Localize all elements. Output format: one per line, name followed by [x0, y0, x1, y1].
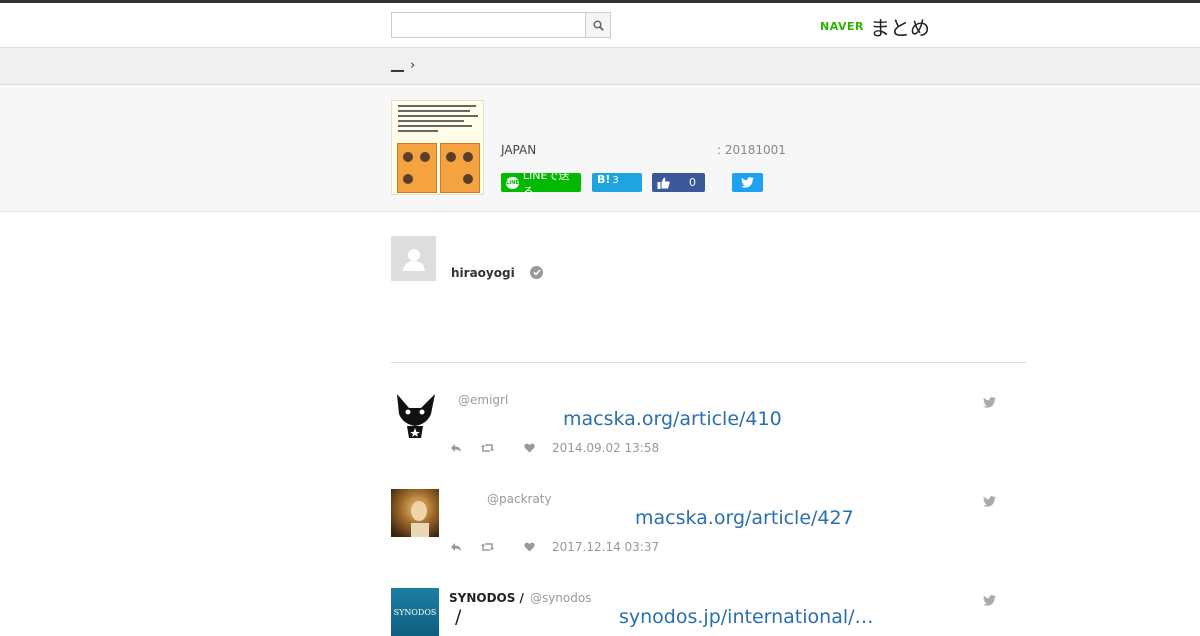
verified-check-icon — [530, 266, 543, 279]
synodos-logo-icon: SYNODOS — [391, 588, 439, 636]
search-icon — [592, 19, 604, 31]
author-block — [391, 236, 436, 281]
breadcrumb-bar: __ › — [0, 48, 1200, 85]
line-share-button[interactable]: LINE LINEで送る — [501, 169, 581, 198]
logo-name: まとめ — [869, 16, 930, 40]
summary-date: : 20181001 — [717, 143, 786, 157]
breadcrumb-item[interactable]: __ — [391, 58, 404, 73]
retweet-icon[interactable] — [480, 442, 494, 454]
line-icon: LINE — [506, 176, 519, 189]
tweet-link[interactable]: macska.org/article/410 — [563, 408, 782, 430]
tweet-actions: 2017.12.14 03:37 — [449, 540, 659, 554]
author-avatar[interactable] — [391, 236, 436, 281]
site-header: NAVER まとめ — [0, 3, 1200, 48]
author-name[interactable]: hiraoyogi — [451, 266, 515, 280]
thumbnail-text-lines — [398, 105, 478, 135]
tweet-handle[interactable]: @emigrl — [458, 393, 508, 407]
tweet-timestamp[interactable]: 2014.09.02 13:58 — [552, 441, 659, 455]
breadcrumb: __ › — [391, 58, 415, 73]
tweet-actions: 2014.09.02 13:58 — [449, 441, 659, 455]
facebook-like-count: 0 — [689, 176, 696, 189]
tweet-handle[interactable]: @synodos — [530, 591, 592, 605]
tweet-header: @packraty — [481, 492, 552, 506]
photo-avatar-icon — [391, 489, 439, 537]
summary-organization: JAPAN — [501, 143, 537, 157]
thumbs-up-icon — [657, 177, 670, 189]
tweet-header: @emigrl — [452, 393, 508, 407]
like-heart-icon[interactable] — [522, 442, 536, 454]
summary-info-bar: JAPAN : 20181001 LINE LINEで送る B! 3 0 — [0, 85, 1200, 212]
thumbnail-flyer-left — [397, 143, 437, 193]
hatena-bookmark-button[interactable]: B! 3 — [592, 173, 642, 192]
hatena-icon: B! — [597, 173, 611, 186]
tweet-avatar[interactable]: SYNODOS — [391, 588, 439, 636]
tweet-card: @packraty macska.org/article/427 2017.12… — [391, 489, 1026, 569]
like-heart-icon[interactable] — [522, 541, 536, 553]
default-user-icon — [402, 248, 425, 271]
content-divider — [391, 362, 1026, 363]
facebook-like-button[interactable]: 0 — [652, 173, 705, 192]
reply-icon[interactable] — [449, 541, 463, 553]
search-input[interactable] — [391, 12, 586, 38]
tweet-display-name[interactable]: SYNODOS / — [449, 591, 524, 605]
twitter-bird-icon[interactable] — [983, 393, 996, 412]
logo-brand: NAVER — [820, 20, 864, 33]
tweet-timestamp[interactable]: 2017.12.14 03:37 — [552, 540, 659, 554]
tweet-link[interactable]: synodos.jp/international/… — [619, 606, 874, 628]
tweet-text-prefix: / — [455, 606, 462, 628]
twitter-share-button[interactable] — [732, 173, 763, 192]
chihuahua-avatar-icon — [391, 390, 439, 438]
chevron-right-icon: › — [410, 58, 416, 73]
naver-matome-logo[interactable]: NAVER まとめ — [820, 12, 930, 41]
reply-icon[interactable] — [449, 442, 463, 454]
search-button[interactable] — [585, 12, 611, 38]
tweet-card: @emigrl macska.org/article/410 2014.09.0… — [391, 390, 1026, 470]
tweet-header: SYNODOS / @synodos — [449, 591, 591, 605]
svg-text:SYNODOS: SYNODOS — [394, 608, 437, 617]
thumbnail-flyer-right — [440, 143, 480, 193]
summary-thumbnail[interactable] — [391, 100, 484, 195]
tweet-link[interactable]: macska.org/article/427 — [635, 507, 854, 529]
tweet-handle[interactable]: @packraty — [487, 492, 552, 506]
hatena-count: 3 — [612, 175, 619, 186]
twitter-bird-icon[interactable] — [983, 492, 996, 511]
tweet-card: SYNODOS SYNODOS / @synodos / synodos.jp/… — [391, 588, 1026, 636]
line-share-label: LINEで送る — [522, 168, 570, 198]
twitter-bird-icon[interactable] — [983, 591, 996, 610]
tweet-avatar[interactable] — [391, 390, 439, 438]
retweet-icon[interactable] — [480, 541, 494, 553]
tweet-avatar[interactable] — [391, 489, 439, 537]
twitter-bird-icon — [741, 177, 754, 188]
